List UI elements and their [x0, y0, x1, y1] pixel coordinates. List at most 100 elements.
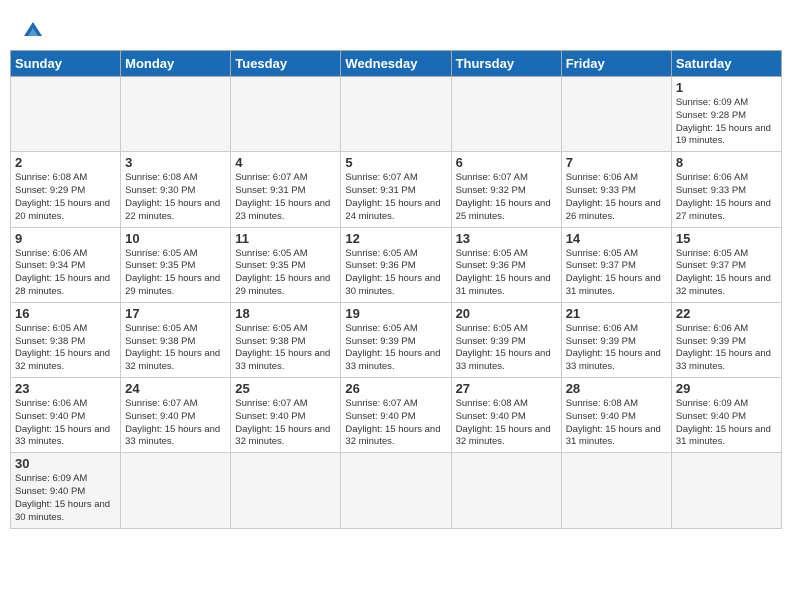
weekday-header-saturday: Saturday [671, 51, 781, 77]
day-info: Sunrise: 6:09 AMSunset: 9:28 PMDaylight:… [676, 97, 777, 148]
day-number: 10 [125, 231, 226, 246]
calendar-cell: 20 Sunrise: 6:05 AMSunset: 9:39 PMDayligh… [451, 302, 561, 377]
day-number: 16 [15, 306, 116, 321]
day-info: Sunrise: 6:06 AMSunset: 9:39 PMDaylight:… [566, 323, 667, 374]
weekday-header-row: SundayMondayTuesdayWednesdayThursdayFrid… [11, 51, 782, 77]
day-number: 9 [15, 231, 116, 246]
day-info: Sunrise: 6:06 AMSunset: 9:39 PMDaylight:… [676, 323, 777, 374]
day-info: Sunrise: 6:05 AMSunset: 9:39 PMDaylight:… [456, 323, 557, 374]
calendar-cell: 16 Sunrise: 6:05 AMSunset: 9:38 PMDayligh… [11, 302, 121, 377]
calendar-cell [121, 77, 231, 152]
day-number: 2 [15, 155, 116, 170]
day-info: Sunrise: 6:09 AMSunset: 9:40 PMDaylight:… [676, 398, 777, 449]
day-number: 11 [235, 231, 336, 246]
calendar-cell [561, 453, 671, 528]
day-info: Sunrise: 6:05 AMSunset: 9:37 PMDaylight:… [676, 248, 777, 299]
calendar-cell: 8Sunrise: 6:06 AMSunset: 9:33 PMDaylight… [671, 152, 781, 227]
day-number: 24 [125, 381, 226, 396]
calendar-cell: 11 Sunrise: 6:05 AMSunset: 9:35 PMDayligh… [231, 227, 341, 302]
calendar-cell [121, 453, 231, 528]
calendar-row-2: 2 Sunrise: 6:08 AMSunset: 9:29 PMDaylight… [11, 152, 782, 227]
day-number: 17 [125, 306, 226, 321]
calendar-cell: 28Sunrise: 6:08 AMSunset: 9:40 PMDayligh… [561, 378, 671, 453]
logo [20, 18, 44, 40]
day-number: 28 [566, 381, 667, 396]
calendar-cell: 26Sunrise: 6:07 AMSunset: 9:40 PMDayligh… [341, 378, 451, 453]
calendar-cell [231, 77, 341, 152]
day-number: 23 [15, 381, 116, 396]
calendar-cell: 19 Sunrise: 6:05 AMSunset: 9:39 PMDayligh… [341, 302, 451, 377]
day-number: 20 [456, 306, 557, 321]
day-info: Sunrise: 6:05 AMSunset: 9:36 PMDaylight:… [345, 248, 446, 299]
day-number: 21 [566, 306, 667, 321]
day-number: 19 [345, 306, 446, 321]
day-info: Sunrise: 6:07 AMSunset: 9:40 PMDaylight:… [235, 398, 336, 449]
weekday-header-tuesday: Tuesday [231, 51, 341, 77]
calendar-cell [671, 453, 781, 528]
calendar-row-4: 16 Sunrise: 6:05 AMSunset: 9:38 PMDayligh… [11, 302, 782, 377]
calendar-cell: 4Sunrise: 6:07 AMSunset: 9:31 PMDaylight… [231, 152, 341, 227]
day-number: 7 [566, 155, 667, 170]
day-number: 29 [676, 381, 777, 396]
calendar-cell: 10 Sunrise: 6:05 AMSunset: 9:35 PMDayligh… [121, 227, 231, 302]
calendar-cell: 23 Sunrise: 6:06 AMSunset: 9:40 PMDayligh… [11, 378, 121, 453]
day-info: Sunrise: 6:06 AMSunset: 9:33 PMDaylight:… [566, 172, 667, 223]
day-info: Sunrise: 6:05 AMSunset: 9:35 PMDaylight:… [125, 248, 226, 299]
calendar-cell: 17 Sunrise: 6:05 AMSunset: 9:38 PMDayligh… [121, 302, 231, 377]
calendar-cell: 25 Sunrise: 6:07 AMSunset: 9:40 PMDayligh… [231, 378, 341, 453]
calendar-cell [11, 77, 121, 152]
day-info: Sunrise: 6:06 AMSunset: 9:40 PMDaylight:… [15, 398, 116, 449]
calendar-cell: 24 Sunrise: 6:07 AMSunset: 9:40 PMDayligh… [121, 378, 231, 453]
calendar-cell: 22 Sunrise: 6:06 AMSunset: 9:39 PMDayligh… [671, 302, 781, 377]
day-info: Sunrise: 6:06 AMSunset: 9:33 PMDaylight:… [676, 172, 777, 223]
weekday-header-sunday: Sunday [11, 51, 121, 77]
calendar-cell [451, 453, 561, 528]
calendar-cell: 6 Sunrise: 6:07 AMSunset: 9:32 PMDaylight… [451, 152, 561, 227]
day-info: Sunrise: 6:05 AMSunset: 9:38 PMDaylight:… [15, 323, 116, 374]
day-info: Sunrise: 6:08 AMSunset: 9:30 PMDaylight:… [125, 172, 226, 223]
day-info: Sunrise: 6:05 AMSunset: 9:38 PMDaylight:… [235, 323, 336, 374]
weekday-header-friday: Friday [561, 51, 671, 77]
day-number: 6 [456, 155, 557, 170]
calendar-cell: 1 Sunrise: 6:09 AMSunset: 9:28 PMDaylight… [671, 77, 781, 152]
day-info: Sunrise: 6:07 AMSunset: 9:40 PMDaylight:… [125, 398, 226, 449]
weekday-header-wednesday: Wednesday [341, 51, 451, 77]
day-number: 3 [125, 155, 226, 170]
calendar-cell: 9Sunrise: 6:06 AMSunset: 9:34 PMDaylight… [11, 227, 121, 302]
calendar-cell: 15 Sunrise: 6:05 AMSunset: 9:37 PMDayligh… [671, 227, 781, 302]
day-info: Sunrise: 6:05 AMSunset: 9:38 PMDaylight:… [125, 323, 226, 374]
day-info: Sunrise: 6:07 AMSunset: 9:32 PMDaylight:… [456, 172, 557, 223]
weekday-header-thursday: Thursday [451, 51, 561, 77]
calendar-cell [561, 77, 671, 152]
day-number: 15 [676, 231, 777, 246]
day-info: Sunrise: 6:05 AMSunset: 9:39 PMDaylight:… [345, 323, 446, 374]
calendar-cell: 2 Sunrise: 6:08 AMSunset: 9:29 PMDaylight… [11, 152, 121, 227]
page-header [10, 10, 782, 45]
day-number: 1 [676, 80, 777, 95]
logo-icon [22, 18, 44, 40]
calendar-cell: 13 Sunrise: 6:05 AMSunset: 9:36 PMDayligh… [451, 227, 561, 302]
calendar-cell [341, 453, 451, 528]
day-number: 25 [235, 381, 336, 396]
calendar-table: SundayMondayTuesdayWednesdayThursdayFrid… [10, 50, 782, 529]
calendar-row-1: 1 Sunrise: 6:09 AMSunset: 9:28 PMDaylight… [11, 77, 782, 152]
calendar-cell: 14Sunrise: 6:05 AMSunset: 9:37 PMDayligh… [561, 227, 671, 302]
day-info: Sunrise: 6:07 AMSunset: 9:40 PMDaylight:… [345, 398, 446, 449]
day-number: 22 [676, 306, 777, 321]
day-number: 4 [235, 155, 336, 170]
day-number: 18 [235, 306, 336, 321]
day-number: 14 [566, 231, 667, 246]
calendar-cell: 5Sunrise: 6:07 AMSunset: 9:31 PMDaylight… [341, 152, 451, 227]
day-info: Sunrise: 6:05 AMSunset: 9:36 PMDaylight:… [456, 248, 557, 299]
day-info: Sunrise: 6:08 AMSunset: 9:29 PMDaylight:… [15, 172, 116, 223]
calendar-cell [341, 77, 451, 152]
calendar-cell [231, 453, 341, 528]
calendar-cell: 12Sunrise: 6:05 AMSunset: 9:36 PMDayligh… [341, 227, 451, 302]
day-number: 5 [345, 155, 446, 170]
weekday-header-monday: Monday [121, 51, 231, 77]
calendar-row-3: 9Sunrise: 6:06 AMSunset: 9:34 PMDaylight… [11, 227, 782, 302]
calendar-cell: 29 Sunrise: 6:09 AMSunset: 9:40 PMDayligh… [671, 378, 781, 453]
day-info: Sunrise: 6:05 AMSunset: 9:35 PMDaylight:… [235, 248, 336, 299]
day-number: 13 [456, 231, 557, 246]
calendar-cell: 27Sunrise: 6:08 AMSunset: 9:40 PMDayligh… [451, 378, 561, 453]
